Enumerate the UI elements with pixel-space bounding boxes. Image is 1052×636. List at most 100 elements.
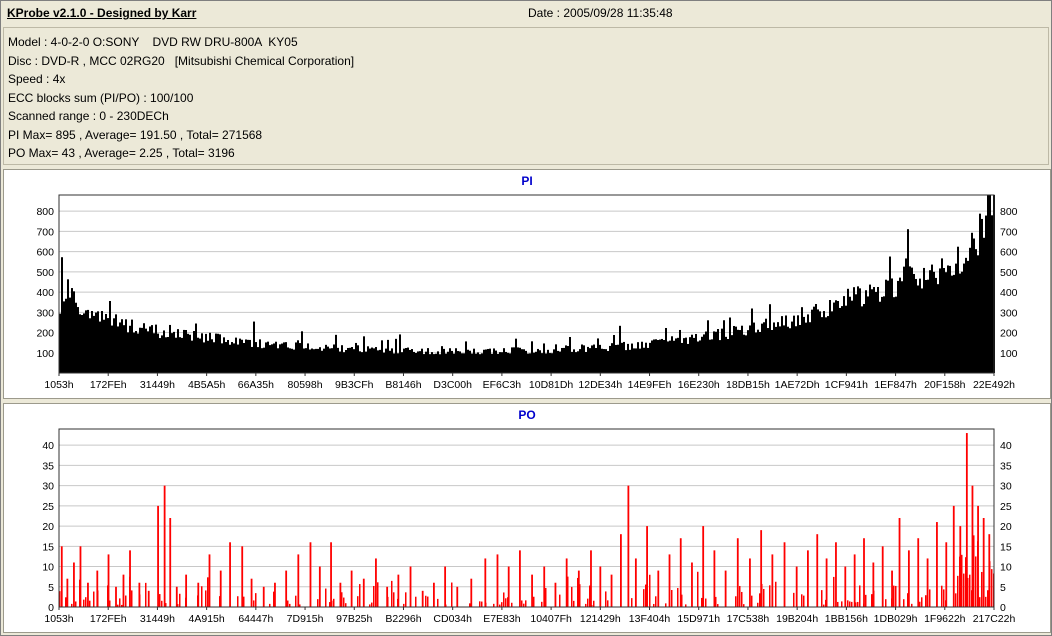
y-tick-label-left: 300 bbox=[36, 307, 54, 319]
bar bbox=[265, 342, 267, 373]
bar bbox=[725, 336, 727, 373]
bar bbox=[253, 600, 255, 607]
bar bbox=[443, 348, 445, 373]
bar bbox=[483, 349, 485, 373]
bar bbox=[679, 538, 682, 607]
bar bbox=[919, 601, 921, 607]
bar bbox=[444, 566, 447, 607]
bar bbox=[663, 339, 665, 373]
bar bbox=[877, 286, 879, 373]
bar bbox=[403, 348, 405, 373]
bar bbox=[865, 290, 867, 373]
bar bbox=[615, 344, 617, 373]
bar bbox=[97, 311, 99, 373]
bar bbox=[101, 311, 103, 373]
x-tick-label: B8146h bbox=[385, 379, 421, 391]
bar bbox=[505, 598, 507, 607]
bar bbox=[781, 316, 783, 373]
bar bbox=[515, 338, 517, 373]
bar bbox=[423, 354, 425, 373]
bar bbox=[373, 585, 375, 607]
bar bbox=[785, 315, 787, 373]
bar bbox=[831, 311, 833, 373]
bar bbox=[719, 340, 721, 373]
bar bbox=[841, 306, 843, 373]
po-chart-title: PO bbox=[518, 408, 536, 422]
bar bbox=[417, 351, 419, 373]
x-tick-label: E7E83h bbox=[483, 613, 521, 625]
bar bbox=[783, 325, 785, 373]
bar bbox=[821, 590, 823, 607]
bar bbox=[813, 306, 815, 373]
bar bbox=[73, 291, 75, 373]
bar bbox=[869, 284, 871, 373]
bar bbox=[357, 345, 359, 373]
bar bbox=[557, 350, 559, 373]
bar bbox=[767, 328, 769, 373]
bar bbox=[469, 350, 471, 373]
bar bbox=[569, 336, 571, 373]
bar bbox=[251, 346, 253, 373]
bar bbox=[341, 345, 343, 373]
bar bbox=[527, 353, 529, 373]
bar bbox=[611, 343, 613, 373]
bar bbox=[816, 534, 819, 607]
bar bbox=[437, 598, 439, 607]
pi-chart-title: PI bbox=[521, 174, 533, 188]
bar bbox=[441, 346, 443, 373]
bar bbox=[637, 342, 639, 373]
bar bbox=[760, 530, 763, 607]
bar bbox=[147, 590, 150, 607]
bar bbox=[295, 342, 297, 373]
bar bbox=[971, 232, 973, 373]
bar bbox=[589, 348, 591, 373]
bar bbox=[181, 337, 183, 373]
bar bbox=[365, 351, 367, 373]
bar bbox=[513, 347, 515, 373]
bar bbox=[843, 296, 845, 373]
bar bbox=[693, 337, 695, 373]
x-tick-label: 14E9FEh bbox=[628, 379, 672, 391]
x-tick-label: 1DB029h bbox=[874, 613, 918, 625]
bar bbox=[613, 335, 615, 373]
y-tick-label-right: 200 bbox=[1000, 328, 1018, 340]
bar bbox=[875, 291, 877, 373]
bar bbox=[157, 505, 159, 607]
y-tick-label-right: 10 bbox=[1000, 562, 1012, 574]
bar bbox=[957, 246, 959, 373]
bar bbox=[713, 550, 716, 607]
bar bbox=[949, 265, 951, 373]
bar bbox=[161, 600, 163, 607]
bar bbox=[881, 546, 884, 607]
bar bbox=[743, 334, 745, 373]
bar bbox=[741, 591, 743, 607]
bar bbox=[587, 346, 589, 373]
bar bbox=[683, 338, 685, 373]
bar bbox=[759, 331, 761, 373]
bar bbox=[207, 340, 209, 373]
info-ecc-blocks: ECC blocks sum (PI/PO) : 100/100 bbox=[8, 90, 194, 105]
bar bbox=[671, 590, 673, 607]
bar bbox=[217, 333, 219, 373]
x-tick-label: 66A35h bbox=[238, 379, 274, 391]
bar bbox=[331, 348, 333, 373]
bar bbox=[724, 570, 727, 607]
bar bbox=[823, 311, 825, 373]
bar bbox=[863, 304, 865, 373]
bar bbox=[519, 550, 521, 607]
bar bbox=[225, 342, 227, 373]
bar bbox=[79, 546, 82, 607]
bar bbox=[415, 352, 417, 373]
bar bbox=[821, 317, 823, 373]
bar bbox=[195, 323, 197, 373]
bar bbox=[899, 277, 901, 373]
bar bbox=[917, 538, 920, 607]
bar bbox=[479, 354, 481, 373]
bar bbox=[169, 518, 172, 607]
bar bbox=[679, 329, 681, 373]
bar bbox=[671, 336, 673, 373]
bar bbox=[811, 309, 813, 373]
bar bbox=[237, 596, 239, 607]
bar bbox=[287, 347, 289, 373]
bar bbox=[235, 337, 237, 373]
